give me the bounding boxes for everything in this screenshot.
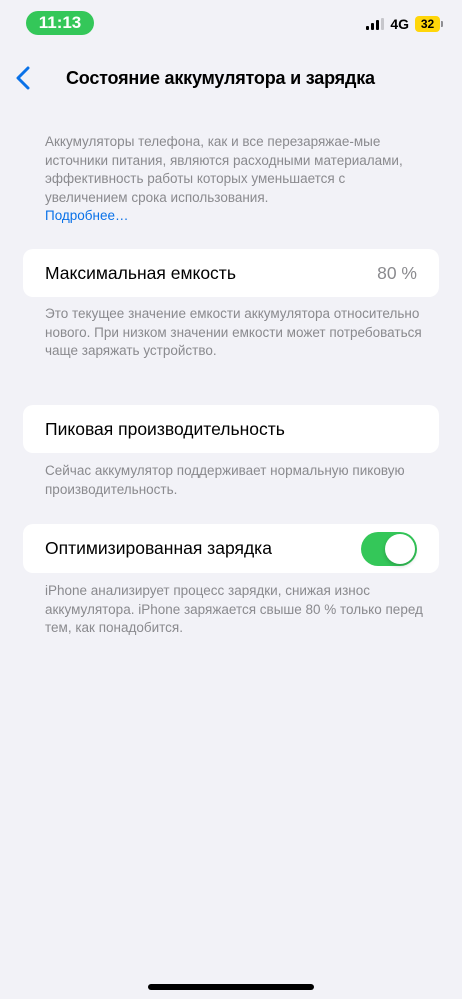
home-indicator[interactable] xyxy=(148,984,314,990)
max-capacity-value: 80 % xyxy=(377,262,417,283)
max-capacity-label: Максимальная емкость xyxy=(45,262,236,283)
battery-level-label: 32 xyxy=(420,17,435,31)
intro-text: Аккумуляторы телефона, как и все перезар… xyxy=(45,134,403,205)
back-button[interactable] xyxy=(10,64,36,92)
optimized-charging-toggle[interactable] xyxy=(361,531,417,566)
learn-more-link[interactable]: Подробнее… xyxy=(45,207,425,226)
cellular-signal-icon xyxy=(366,18,385,30)
chevron-left-icon xyxy=(16,66,30,90)
peak-performance-label: Пиковая производительность xyxy=(45,418,285,439)
navigation-bar: Состояние аккумулятора и зарядка xyxy=(0,56,462,100)
network-type-label: 4G xyxy=(390,16,409,32)
max-capacity-footnote: Это текущее значение емкости аккумулятор… xyxy=(45,306,422,358)
status-time[interactable]: 11:13 xyxy=(26,11,94,35)
optimized-charging-label: Оптимизированная зарядка xyxy=(45,538,272,558)
status-bar: 11:13 4G 32 xyxy=(0,0,462,44)
peak-performance-footnote: Сейчас аккумулятор поддерживает нормальн… xyxy=(45,463,405,497)
max-capacity-row: Максимальная емкость 80 % xyxy=(23,249,439,297)
optimized-charging-footnote: iPhone анализирует процесс зарядки, сниж… xyxy=(45,583,423,635)
page-title: Состояние аккумулятора и зарядка xyxy=(66,68,375,88)
intro-description: Аккумуляторы телефона, как и все перезар… xyxy=(45,133,425,226)
toggle-knob xyxy=(385,533,415,564)
peak-performance-row: Пиковая производительность xyxy=(23,405,439,453)
battery-icon: 32 xyxy=(415,16,443,32)
status-indicators: 4G 32 xyxy=(366,16,443,32)
optimized-charging-row: Оптимизированная зарядка xyxy=(23,524,439,573)
